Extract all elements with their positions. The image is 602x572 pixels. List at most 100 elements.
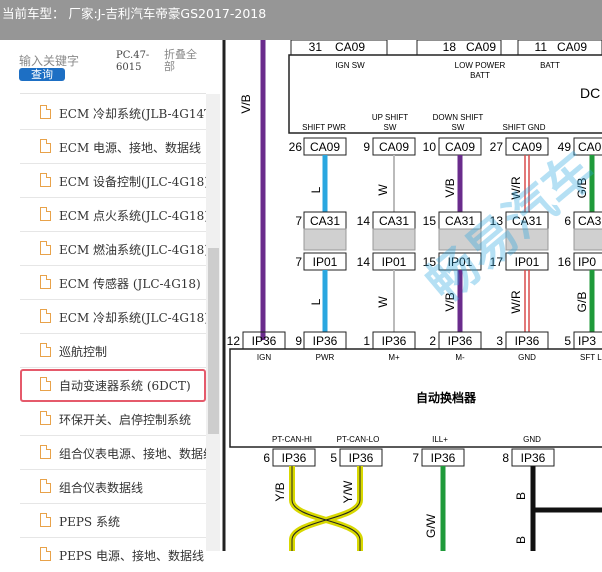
item-separator	[20, 299, 206, 300]
svg-text:PT-CAN-HI: PT-CAN-HI	[272, 435, 312, 444]
svg-text:18: 18	[443, 40, 457, 54]
svg-text:6: 6	[263, 451, 270, 465]
model-code: PC.47-6015	[116, 50, 150, 73]
sidebar-item-label: 环保开关、启停控制系统	[59, 413, 192, 427]
svg-text:31: 31	[309, 40, 323, 54]
svg-text:CA09: CA09	[512, 140, 542, 154]
sidebar-item[interactable]: PEPS 电源、接地、数据线	[20, 539, 206, 572]
svg-text:IP36: IP36	[515, 334, 540, 348]
svg-text:PT-CAN-LO: PT-CAN-LO	[337, 435, 380, 444]
svg-text:CA09: CA09	[310, 140, 340, 154]
sidebar-item-label: 巡航控制	[59, 345, 108, 359]
item-separator	[20, 163, 206, 164]
sidebar-item[interactable]: ECM 电源、接地、数据线	[20, 131, 206, 164]
svg-text:IP36: IP36	[448, 334, 473, 348]
svg-text:IP36: IP36	[521, 451, 546, 465]
svg-text:IP36: IP36	[382, 334, 407, 348]
svg-text:PWR: PWR	[316, 353, 335, 362]
title-bar: 当前车型： 厂家:J-吉利汽车帝豪GS2017-2018	[0, 0, 602, 40]
svg-text:8: 8	[502, 451, 509, 465]
svg-text:IP01: IP01	[382, 255, 407, 269]
svg-text:7: 7	[412, 451, 419, 465]
svg-text:5: 5	[564, 334, 571, 348]
sidebar-item[interactable]: 组合仪表电源、接地、数据线	[20, 437, 206, 470]
sidebar-item-selected[interactable]: 自动变速器系统 (6DCT)	[20, 369, 206, 402]
svg-text:IP36: IP36	[313, 334, 338, 348]
document-icon	[40, 309, 51, 323]
document-icon	[40, 343, 51, 357]
item-separator	[20, 265, 206, 266]
sidebar-item-label: ECM 冷却系统(JLC-4G18)	[59, 311, 206, 325]
sidebar-item[interactable]: ECM 燃油系统(JLC-4G18)	[20, 233, 206, 266]
svg-text:15: 15	[423, 214, 437, 228]
search-input[interactable]: 输入关键字	[19, 52, 79, 69]
svg-text:9: 9	[363, 140, 370, 154]
item-separator	[20, 129, 206, 130]
svg-text:SHIFT GND: SHIFT GND	[503, 123, 546, 132]
svg-text:SHIFT PWR: SHIFT PWR	[302, 123, 346, 132]
svg-text:M+: M+	[388, 353, 400, 362]
item-separator	[20, 231, 206, 232]
sidebar-item-label: ECM 点火系统(JLC-4G18)	[59, 209, 206, 223]
document-icon	[40, 445, 51, 459]
sidebar-item[interactable]: 环保开关、启停控制系统	[20, 403, 206, 436]
svg-text:11: 11	[535, 40, 548, 54]
svg-text:DC: DC	[580, 85, 600, 101]
document-icon	[40, 275, 51, 289]
svg-text:LOW POWER: LOW POWER	[455, 61, 506, 70]
sidebar-divider	[20, 93, 206, 94]
svg-text:SFT LO: SFT LO	[580, 353, 602, 362]
svg-text:IP36: IP36	[431, 451, 456, 465]
sidebar-item[interactable]: ECM 设备控制(JLC-4G18)	[20, 165, 206, 198]
svg-text:W/R: W/R	[509, 290, 523, 314]
sidebar-item-label: PEPS 电源、接地、数据线	[59, 549, 204, 563]
svg-text:IP36: IP36	[349, 451, 374, 465]
sidebar-scrollbar-thumb[interactable]	[208, 248, 219, 434]
document-icon	[40, 105, 51, 119]
svg-text:SW: SW	[452, 123, 465, 132]
document-icon	[40, 479, 51, 493]
svg-text:IP0: IP0	[578, 255, 596, 269]
document-icon	[40, 207, 51, 221]
item-separator	[20, 367, 206, 368]
wiring-diagram[interactable]: V/B 31 CA09 18 CA09 11 CA09 IGN SW LOW P…	[222, 40, 602, 551]
sidebar-item-label: 自动变速器系统 (6DCT)	[59, 379, 191, 393]
svg-text:CA31: CA31	[310, 214, 340, 228]
svg-text:3: 3	[496, 334, 503, 348]
svg-text:CA09: CA09	[379, 140, 409, 154]
svg-text:B: B	[514, 536, 528, 544]
svg-text:IP36: IP36	[252, 334, 277, 348]
svg-text:CA09: CA09	[335, 40, 365, 54]
collapse-all-link[interactable]: 折叠全部	[164, 49, 204, 73]
sidebar-item[interactable]: ECM 冷却系统(JLC-4G18)	[20, 301, 206, 334]
svg-text:L: L	[309, 186, 323, 193]
window-title: 当前车型： 厂家:J-吉利汽车帝豪GS2017-2018	[2, 6, 267, 21]
svg-text:CA09: CA09	[466, 40, 496, 54]
sidebar-item-label: ECM 燃油系统(JLC-4G18)	[59, 243, 206, 257]
sidebar-item[interactable]: ECM 点火系统(JLC-4G18)	[20, 199, 206, 232]
svg-text:14: 14	[357, 255, 371, 269]
svg-text:IGN: IGN	[257, 353, 271, 362]
document-icon	[40, 241, 51, 255]
svg-text:CA09: CA09	[445, 140, 475, 154]
sidebar-item[interactable]: ECM 冷却系统(JLB-4G14T)	[20, 97, 206, 130]
sidebar-item[interactable]: PEPS 系统	[20, 505, 206, 538]
sidebar-item[interactable]: ECM 传感器 (JLC-4G18)	[20, 267, 206, 300]
svg-text:10: 10	[423, 140, 437, 154]
document-icon	[40, 547, 51, 561]
svg-text:SW: SW	[384, 123, 397, 132]
sidebar-item[interactable]: 巡航控制	[20, 335, 206, 368]
svg-text:12: 12	[227, 334, 241, 348]
svg-text:G/B: G/B	[575, 292, 589, 313]
sidebar-item-label: ECM 电源、接地、数据线	[59, 141, 202, 155]
svg-text:16: 16	[558, 255, 572, 269]
sidebar-item-label: ECM 传感器 (JLC-4G18)	[59, 277, 201, 291]
item-separator	[20, 435, 206, 436]
svg-text:CA09: CA09	[557, 40, 587, 54]
svg-text:CA0: CA0	[578, 140, 602, 154]
sidebar-item[interactable]: 组合仪表数据线	[20, 471, 206, 504]
search-button[interactable]: 查询	[19, 68, 65, 81]
item-separator	[20, 197, 206, 198]
svg-text:W: W	[376, 184, 390, 196]
svg-text:IGN SW: IGN SW	[335, 61, 365, 70]
